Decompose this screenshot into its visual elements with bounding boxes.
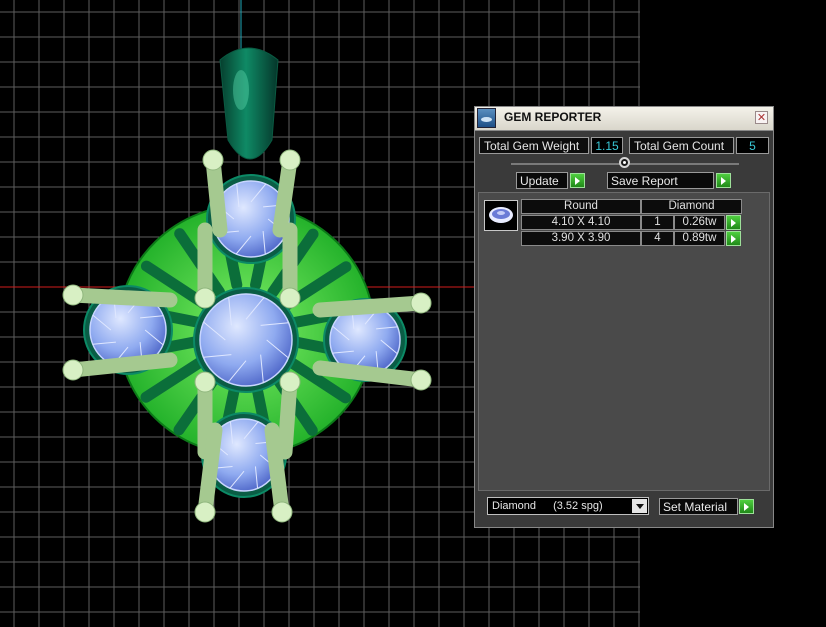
row-2-weight: 0.89tw bbox=[674, 231, 725, 246]
prong bbox=[205, 152, 228, 238]
prong-tip bbox=[62, 284, 84, 306]
prong bbox=[264, 422, 290, 520]
column-header-material: Diamond bbox=[641, 199, 742, 214]
prong-tip bbox=[194, 501, 216, 523]
bail-highlight bbox=[233, 70, 249, 110]
prong-tip bbox=[410, 292, 432, 314]
prong-tip bbox=[62, 359, 84, 381]
play-arrow-icon[interactable] bbox=[726, 231, 741, 246]
chevron-down-icon[interactable] bbox=[632, 499, 647, 513]
prong bbox=[277, 374, 298, 460]
total-gem-weight-value: 1.15 bbox=[591, 137, 623, 154]
prong bbox=[312, 295, 429, 318]
prong-tip bbox=[279, 149, 301, 171]
gem-reporter-panel: GEM REPORTER ✕ Total Gem Weight 1.15 Tot… bbox=[474, 106, 774, 528]
save-report-button[interactable]: Save Report bbox=[607, 172, 714, 189]
gem-reporter-app-icon bbox=[477, 108, 496, 128]
row-2-count: 4 bbox=[641, 231, 674, 246]
prong-tip bbox=[202, 149, 224, 171]
play-arrow-icon[interactable] bbox=[739, 499, 754, 514]
row-1-size: 4.10 X 4.10 bbox=[521, 215, 641, 230]
prong bbox=[272, 152, 298, 238]
row-1-count: 1 bbox=[641, 215, 674, 230]
row-1-weight: 0.26tw bbox=[674, 215, 725, 230]
prong bbox=[65, 352, 178, 378]
prong-tip bbox=[279, 371, 301, 393]
material-density: (3.52 spg) bbox=[553, 500, 603, 512]
play-arrow-icon[interactable] bbox=[716, 173, 731, 188]
row-2-size: 3.90 X 3.90 bbox=[521, 231, 641, 246]
prong bbox=[65, 287, 178, 308]
material-select[interactable]: Diamond (3.52 spg) bbox=[487, 497, 649, 515]
prong-tip bbox=[279, 287, 301, 309]
pendant-bail bbox=[219, 47, 279, 160]
prong-tip bbox=[194, 287, 216, 309]
pendant-model[interactable] bbox=[62, 47, 432, 523]
total-gem-count-value: 5 bbox=[736, 137, 769, 154]
prong-tip bbox=[271, 501, 293, 523]
material-name: Diamond bbox=[492, 500, 537, 512]
round-gem-icon[interactable] bbox=[484, 200, 518, 231]
update-button[interactable]: Update bbox=[516, 172, 568, 189]
set-material-button[interactable]: Set Material bbox=[659, 498, 738, 515]
gem bbox=[199, 293, 293, 387]
panel-titlebar[interactable]: GEM REPORTER ✕ bbox=[475, 107, 773, 131]
panel-title: GEM REPORTER bbox=[504, 110, 602, 124]
prong bbox=[197, 422, 223, 520]
total-gem-weight-label: Total Gem Weight bbox=[479, 137, 589, 154]
play-arrow-icon[interactable] bbox=[570, 173, 585, 188]
play-arrow-icon[interactable] bbox=[726, 215, 741, 230]
gem-stones bbox=[89, 180, 401, 492]
close-icon[interactable]: ✕ bbox=[755, 111, 768, 124]
prong-tip bbox=[410, 369, 432, 391]
slider-handle[interactable] bbox=[619, 157, 630, 168]
prong-tip bbox=[194, 371, 216, 393]
column-header-shape: Round bbox=[521, 199, 641, 214]
total-gem-count-label: Total Gem Count bbox=[629, 137, 734, 154]
